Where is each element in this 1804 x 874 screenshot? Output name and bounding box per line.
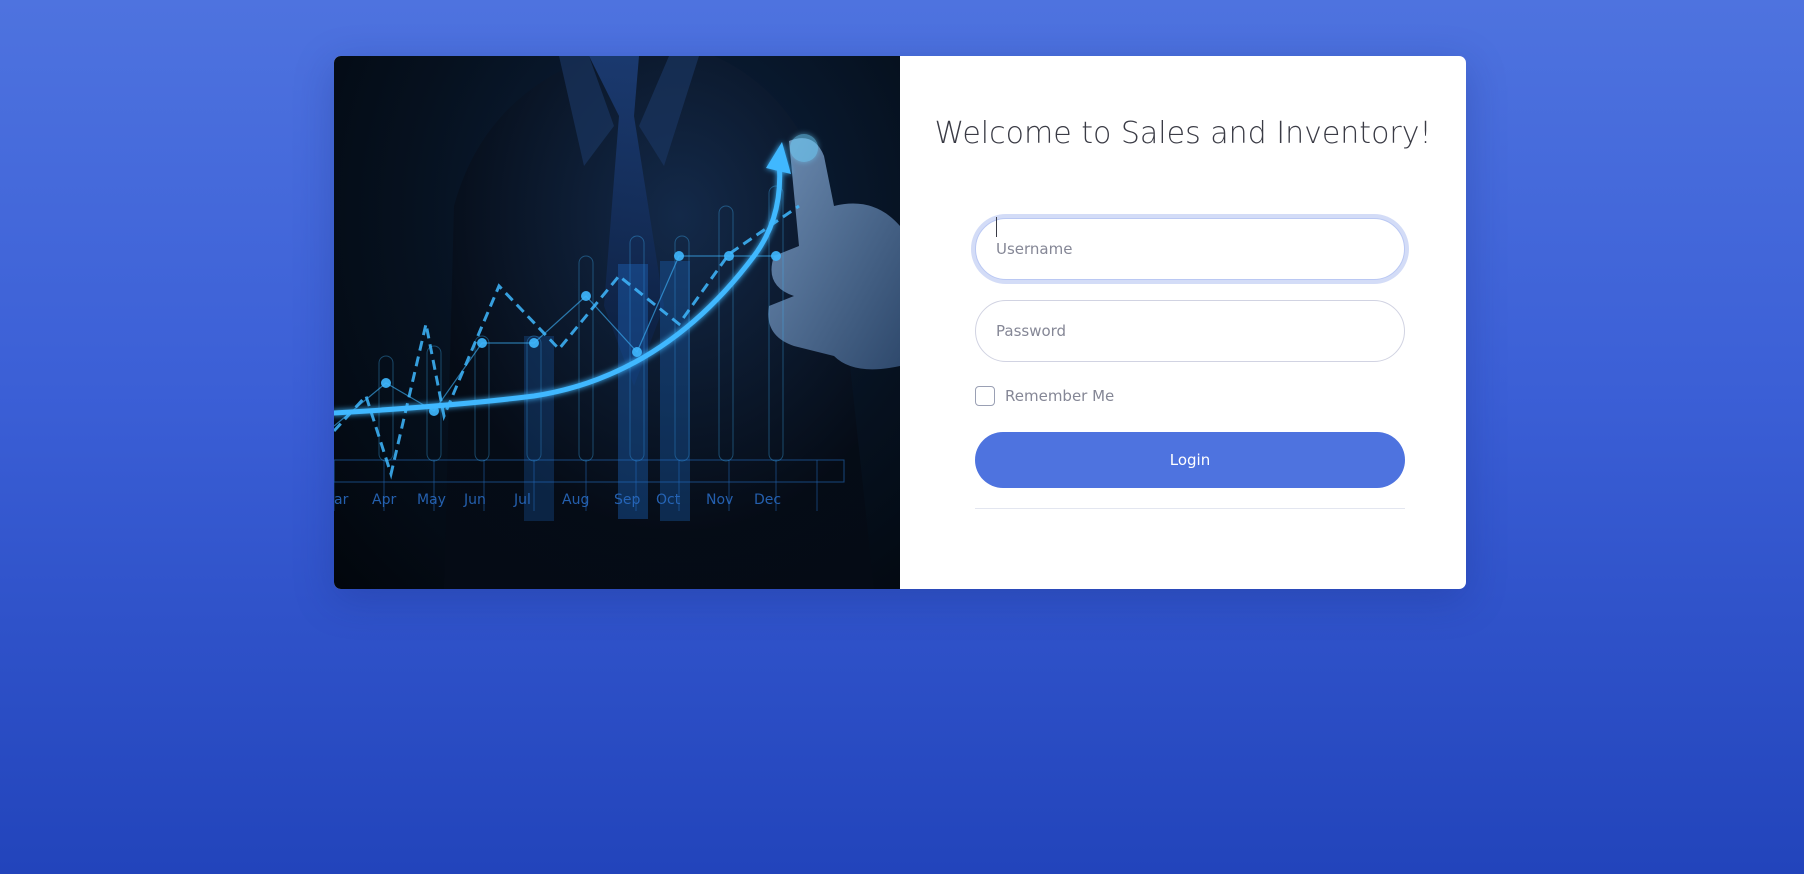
hero-month-label: Apr [372, 492, 396, 508]
hero-month-label: Aug [562, 492, 589, 508]
hero-month-label: Jul [513, 492, 531, 508]
remember-me-label[interactable]: Remember Me [1005, 387, 1114, 405]
page-title: Welcome to Sales and Inventory! [934, 116, 1432, 151]
hero-month-label: Dec [754, 492, 781, 508]
text-caret [996, 217, 997, 237]
hero-image-panel: ar Apr May Jun Jul Aug Sep Oct Nov Dec [334, 56, 900, 589]
login-button[interactable]: Login [975, 432, 1405, 488]
remember-me-row[interactable]: Remember Me [975, 386, 1114, 406]
hero-month-label: Sep [614, 492, 641, 508]
hero-month-label: Oct [656, 492, 681, 508]
remember-me-checkbox[interactable] [975, 386, 995, 406]
login-card: ar Apr May Jun Jul Aug Sep Oct Nov Dec Welcome to… [334, 56, 1466, 589]
username-input[interactable] [975, 218, 1405, 280]
hero-month-label: ar [334, 492, 349, 508]
login-form-panel: Welcome to Sales and Inventory! Remember… [900, 56, 1466, 589]
hero-data-point [632, 347, 642, 357]
sales-growth-illustration: ar Apr May Jun Jul Aug Sep Oct Nov Dec [334, 56, 900, 589]
hero-month-label: Jun [463, 492, 486, 508]
hero-data-point [529, 338, 539, 348]
hero-month-label: Nov [706, 492, 733, 508]
hero-data-point [477, 338, 487, 348]
hero-data-point [381, 378, 391, 388]
hero-data-point [581, 291, 591, 301]
hero-bar [660, 261, 690, 521]
hero-data-point [674, 251, 684, 261]
password-input[interactable] [975, 300, 1405, 362]
hero-bar [618, 264, 648, 519]
hero-data-point [771, 251, 781, 261]
hero-data-point [429, 406, 439, 416]
hero-data-point [724, 251, 734, 261]
form-divider [975, 508, 1405, 509]
hero-month-label: May [417, 492, 446, 508]
